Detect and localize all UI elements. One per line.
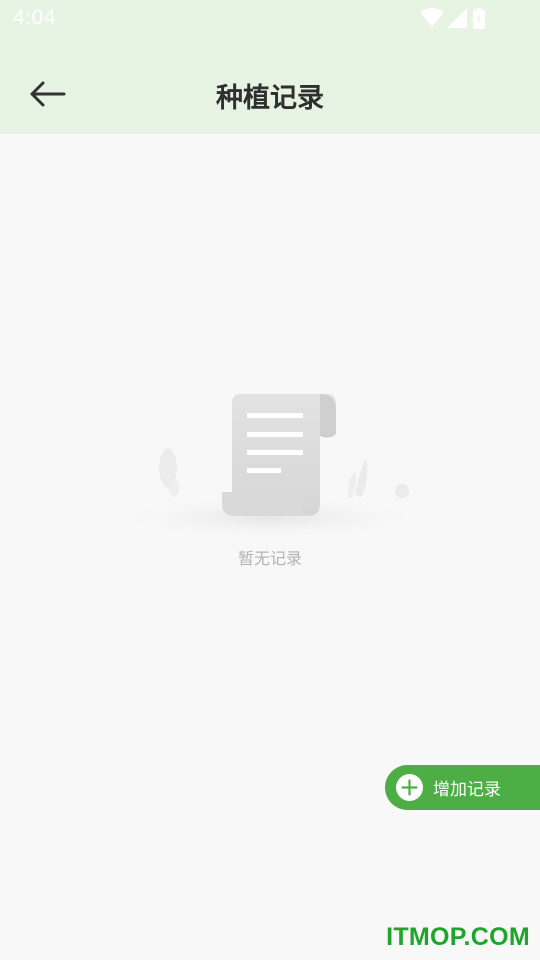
wifi-icon [420,8,444,27]
add-record-button[interactable]: 增加记录 [385,765,540,810]
empty-state-text: 暂无记录 [237,549,302,568]
signal-icon [447,8,467,28]
empty-state: 暂无记录 [100,380,440,580]
page-title: 种植记录 [216,83,324,114]
status-icons [420,8,500,30]
top-app-bar: 4:04 种植记录 [0,0,540,134]
battery-icon [473,8,485,29]
header: 种植记录 [0,54,540,134]
status-time: 4:04 [13,6,56,29]
plus-circle-icon [396,774,423,801]
status-bar: 4:04 [0,0,540,38]
add-record-label: 增加记录 [433,780,501,800]
document-scroll-icon [105,394,435,540]
watermark: ITMOP.COM [386,923,530,951]
